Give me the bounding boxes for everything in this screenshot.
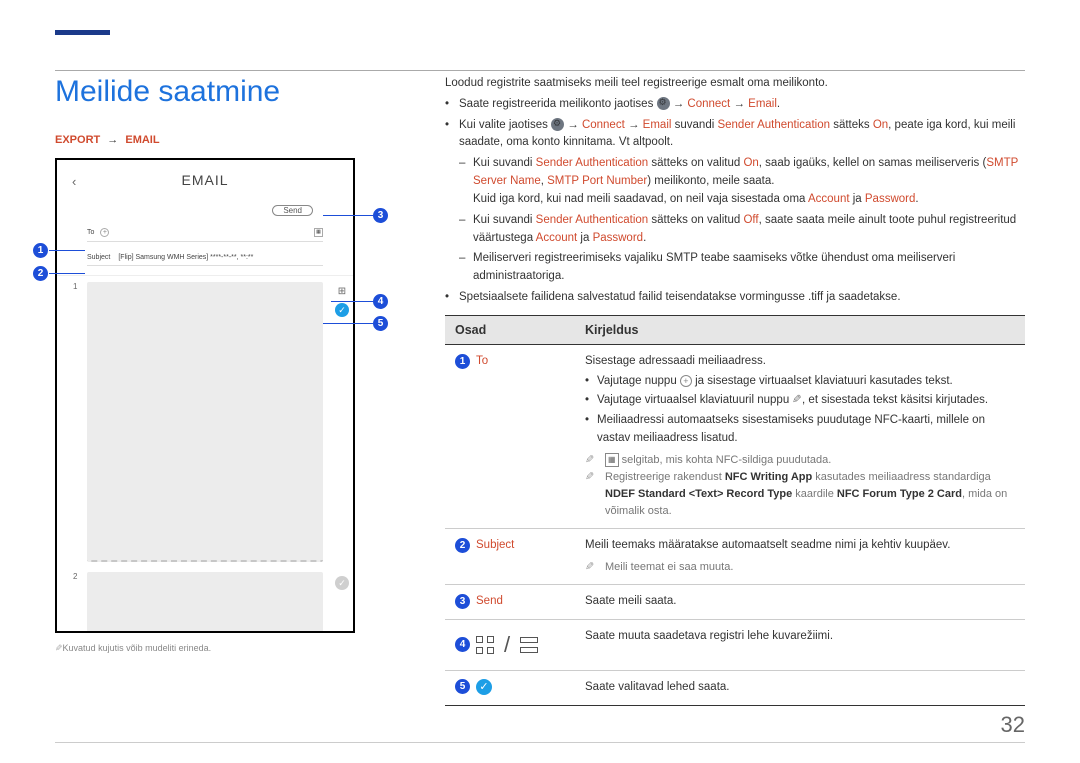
page-thumb-1: 1 ⊞ ✓ (87, 282, 323, 562)
to-label: To (87, 229, 94, 236)
gear-icon (657, 97, 670, 110)
row-subject-desc: Meili teemaks määratakse automaatselt se… (585, 537, 1015, 555)
intro-text: Loodud registrite saatmiseks meili teel … (445, 75, 1025, 93)
row-to-desc: Sisestage adressaadi meiliaadress. (585, 353, 1015, 371)
page-title: Meilide saatmine (55, 75, 395, 109)
sub-off: Kui suvandi Sender Authentication sättek… (459, 212, 1025, 248)
callout-2: 2 (33, 266, 48, 281)
subject-label: Subject (87, 254, 110, 261)
row5-desc: Saate valitavad lehed saata. (585, 679, 1015, 697)
gear-icon (551, 118, 564, 131)
email-screenshot: ‹ EMAIL Send To + ▦ Subject [Flip] Samsu… (55, 158, 355, 633)
page-selected-icon: ✓ (335, 303, 349, 317)
nfc-icon: ▦ (605, 453, 619, 467)
bullet-tiff: Spetsiaalsete failidena salvestatud fail… (445, 289, 1025, 307)
parts-table: Osad Kirjeldus 1To Sisestage adressaadi … (445, 315, 1025, 706)
bullet-sender-auth: Kui valite jaotises → Connect → Email su… (445, 117, 1025, 153)
subject-value: [Flip] Samsung WMH Series] ****-**-**, *… (118, 254, 253, 261)
note-subject: Meili teemat ei saa muuta. (585, 559, 1015, 576)
th-parts: Osad (445, 315, 575, 344)
note-nfc2: Registreerige rakendust NFC Writing App … (585, 469, 1015, 520)
page-thumb-2: 2 ✓ (87, 572, 323, 631)
row-subject-label: Subject (476, 537, 514, 555)
send-button: Send (272, 205, 313, 216)
sub-on: Kui suvandi Sender Authentication sättek… (459, 155, 1025, 208)
page-number: 32 (1001, 712, 1025, 738)
callout-5: 5 (373, 316, 388, 331)
callout-3: 3 (373, 208, 388, 223)
breadcrumb: EXPORT → EMAIL (55, 134, 395, 146)
sub-smtp: Meiliserveri registreerimiseks vajaliku … (459, 250, 1025, 286)
table-row: 1To Sisestage adressaadi meiliaadress. V… (445, 344, 1025, 528)
row4-desc: Saate muuta saadetava registri lehe kuva… (585, 628, 1015, 646)
grid-icon (476, 636, 494, 654)
bullet-register: Saate registreerida meilikonto jaotises … (445, 96, 1025, 114)
row-to-label: To (476, 353, 488, 371)
callout-4: 4 (373, 294, 388, 309)
plus-icon: + (680, 375, 692, 387)
plus-icon: + (100, 228, 109, 237)
pen-icon (792, 394, 802, 406)
table-row: 3Send Saate meili saata. (445, 584, 1025, 619)
page-unselected-icon: ✓ (335, 576, 349, 590)
grid-toggle-icon: ⊞ (338, 286, 346, 297)
table-row: 2Subject Meili teemaks määratakse automa… (445, 529, 1025, 585)
note-nfc1: ▦ selgitab, mis kohta NFC-sildiga puudut… (585, 452, 1015, 469)
row-send-label: Send (476, 593, 503, 611)
shot-title: EMAIL (181, 172, 228, 188)
row-send-desc: Saate meili saata. (585, 593, 1015, 611)
callout-1: 1 (33, 243, 48, 258)
table-row: 4 / Saate muuta saadetava registri lehe … (445, 619, 1025, 670)
nfc-icon: ▦ (314, 228, 323, 237)
stack-icon (520, 637, 538, 653)
back-icon: ‹ (72, 174, 77, 189)
table-row: 5 ✓ Saate valitavad lehed saata. (445, 670, 1025, 705)
th-desc: Kirjeldus (575, 315, 1025, 344)
footnote: Kuvatud kujutis võib mudeliti erineda. (55, 643, 395, 654)
check-icon: ✓ (476, 679, 492, 695)
